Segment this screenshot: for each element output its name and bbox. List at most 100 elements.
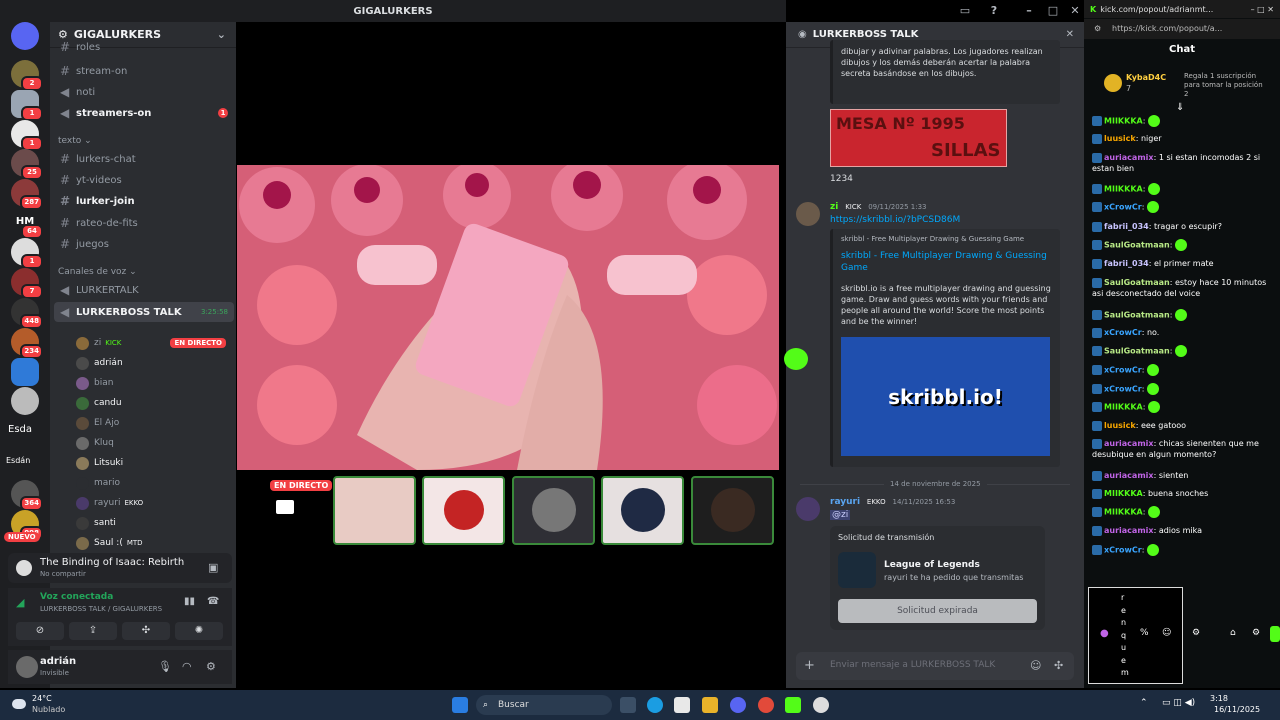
mesa-image[interactable]: MESA Nº 1995 SILLAS (830, 109, 1007, 167)
voice-channel-lurkerboss-talk[interactable]: ◀ LURKERBOSS TALK 3:25:58 (54, 302, 234, 322)
chat-username[interactable]: luusick (1104, 421, 1136, 430)
kick-chat-message[interactable]: luusick: eee gatooo (1092, 420, 1276, 431)
kick-chat-message[interactable]: fabrii_034: el primer mate (1092, 258, 1276, 269)
voice-user[interactable]: bian (76, 374, 226, 392)
windows-start-icon[interactable] (452, 697, 468, 713)
server-label-esda[interactable]: Esda (8, 424, 32, 435)
server-icon[interactable] (11, 358, 39, 386)
help-icon[interactable]: ? (987, 4, 1001, 18)
activities-button[interactable]: ✣ (122, 622, 170, 640)
channel-lurker-join[interactable]: # lurker-join (54, 191, 234, 211)
chat-username[interactable]: SaulGoatmaan (1104, 278, 1170, 287)
server-icon[interactable] (11, 387, 39, 415)
kick-chat-message[interactable]: MIIKKKA: (1092, 401, 1276, 413)
kick-chat-message[interactable]: xCrowCr: (1092, 364, 1276, 376)
chrome-icon[interactable] (758, 697, 774, 713)
minimize-icon[interactable]: – (1022, 4, 1036, 18)
voice-user[interactable]: El Ajo (76, 414, 226, 432)
participant-tile[interactable] (422, 476, 505, 545)
chat-username[interactable]: SaulGoatmaan (1104, 311, 1170, 320)
kick-chat-message[interactable]: fabrii_034: tragar o escupir? (1092, 221, 1276, 232)
server-icon[interactable]: 364 (11, 480, 43, 511)
tray-icons[interactable]: ▭ ◫ ◀) (1162, 698, 1195, 708)
kick-chat-message[interactable]: auriacamix: sienten (1092, 470, 1276, 481)
channel-noti[interactable]: ◀ noti (54, 82, 234, 102)
maximize-icon[interactable]: □ (1046, 4, 1060, 18)
weather-temp[interactable]: 24°C (32, 694, 52, 703)
avatar[interactable] (16, 656, 38, 678)
share-screen-button[interactable]: ⇪ (69, 622, 117, 640)
settings-gear-icon[interactable]: ⚙ (206, 660, 216, 673)
kick-chat-message[interactable]: auriacamix: 1 si estan incomodas 2 si es… (1092, 152, 1276, 174)
clock-date[interactable]: 16/11/2025 (1214, 705, 1260, 714)
site-info-icon[interactable]: ⚙ (1094, 19, 1101, 39)
chat-username[interactable]: MIIKKKA (1104, 403, 1143, 412)
chat-username[interactable]: auriacamix (1104, 526, 1154, 535)
channel-roles[interactable]: # roles (54, 40, 234, 54)
store-icon[interactable]: ⌂ (1230, 628, 1236, 638)
kick-address-bar[interactable]: ⚙ https://kick.com/popout/a... (1084, 19, 1280, 39)
server-icon-hm[interactable]: HM 64 (11, 208, 43, 239)
chat-username[interactable]: fabrii_034 (1104, 259, 1149, 268)
kick-chat-message[interactable]: xCrowCr: (1092, 544, 1276, 556)
message-link[interactable]: https://skribbl.io/?bPCSD86M (830, 215, 960, 225)
voice-user[interactable]: mario (76, 474, 226, 492)
avatar[interactable] (796, 497, 820, 521)
channel-juegos[interactable]: # juegos (54, 234, 234, 254)
participant-tile[interactable] (333, 476, 416, 545)
channel-lurkers-chat[interactable]: # lurkers-chat (54, 149, 234, 169)
server-icon[interactable]: 287 (11, 179, 43, 210)
tray-chevron-icon[interactable]: ⌃ (1140, 698, 1148, 708)
gift-icon[interactable]: % (1140, 628, 1149, 638)
soundboard-button[interactable]: ✺ (175, 622, 223, 640)
kick-chat-message[interactable]: SaulGoatmaan: (1092, 309, 1276, 321)
microphone-icon[interactable]: 🎙︎ (158, 660, 172, 673)
chat-username[interactable]: fabrii_034 (1104, 222, 1149, 231)
kick-chat-message[interactable]: xCrowCr: (1092, 201, 1276, 213)
emote-bar[interactable] (1090, 569, 1276, 583)
clock-time[interactable]: 3:18 (1210, 694, 1228, 703)
chat-username[interactable]: xCrowCr (1104, 385, 1142, 394)
emoji-icon[interactable]: ☺ (1162, 628, 1171, 638)
apps-icon[interactable]: ✣ (1054, 659, 1063, 672)
tools-icon[interactable]: ⚙ (1192, 628, 1200, 638)
kick-chat-message[interactable]: MIIKKKA: (1092, 183, 1276, 195)
server-icon[interactable]: 1 (11, 120, 43, 151)
server-icon[interactable]: 2 (11, 60, 43, 91)
gift-user[interactable]: KybaD4C (1126, 73, 1166, 82)
server-icon[interactable]: 25 (11, 149, 43, 180)
chat-username[interactable]: xCrowCr (1104, 366, 1142, 375)
voice-user[interactable]: rayuri EKKO (76, 494, 226, 512)
file-explorer-icon[interactable] (702, 697, 718, 713)
taskbar-search[interactable]: ⌕ Buscar (476, 695, 612, 715)
participant-tile[interactable] (512, 476, 595, 545)
window-controls[interactable]: – □ ✕ (1251, 5, 1274, 14)
kick-chat-message[interactable]: MIIKKKA: (1092, 115, 1276, 127)
edge-browser-icon[interactable] (647, 697, 663, 713)
discord-home-icon[interactable] (11, 22, 39, 50)
chat-username[interactable]: MIIKKKA (1104, 117, 1143, 126)
close-icon[interactable]: ✕ (1066, 29, 1074, 40)
kick-tab-title[interactable]: kick.com/popout/adrianmt... (1100, 5, 1213, 14)
add-attachment-icon[interactable]: + (804, 658, 815, 673)
participant-tile[interactable] (601, 476, 684, 545)
embed-title[interactable]: skribbl - Free Multiplayer Drawing & Gue… (841, 250, 1055, 274)
voice-user[interactable]: Litsuki (76, 454, 226, 472)
channel-stream-on[interactable]: # stream-on (54, 61, 234, 81)
server-icon[interactable]: 1 (11, 90, 43, 121)
camera-button[interactable]: ⊘ (16, 622, 64, 640)
kick-chat-message[interactable]: luusick: niger (1092, 133, 1276, 144)
microphone-icon[interactable]: ● (1100, 628, 1109, 639)
game-app-icon[interactable] (813, 697, 829, 713)
close-icon[interactable]: ✕ (1068, 4, 1082, 18)
chat-username[interactable]: MIIKKKA (1104, 185, 1143, 194)
voice-user[interactable]: zi KICK EN DIRECTO (76, 334, 226, 352)
kick-chat-message[interactable]: MIIKKKA: buena snoches (1092, 488, 1276, 499)
server-icon[interactable]: 234 (11, 328, 43, 359)
server-icon[interactable]: 1 (11, 238, 43, 269)
kick-chat-message[interactable]: SaulGoatmaan: (1092, 345, 1276, 357)
voice-location[interactable]: LURKERBOSS TALK / GIGALURKERS (40, 605, 162, 613)
emoji-icon[interactable]: ☺ (1030, 659, 1041, 672)
settings-gear-icon[interactable]: ⚙ (1252, 628, 1260, 638)
headphones-icon[interactable]: ◠ (182, 660, 192, 673)
